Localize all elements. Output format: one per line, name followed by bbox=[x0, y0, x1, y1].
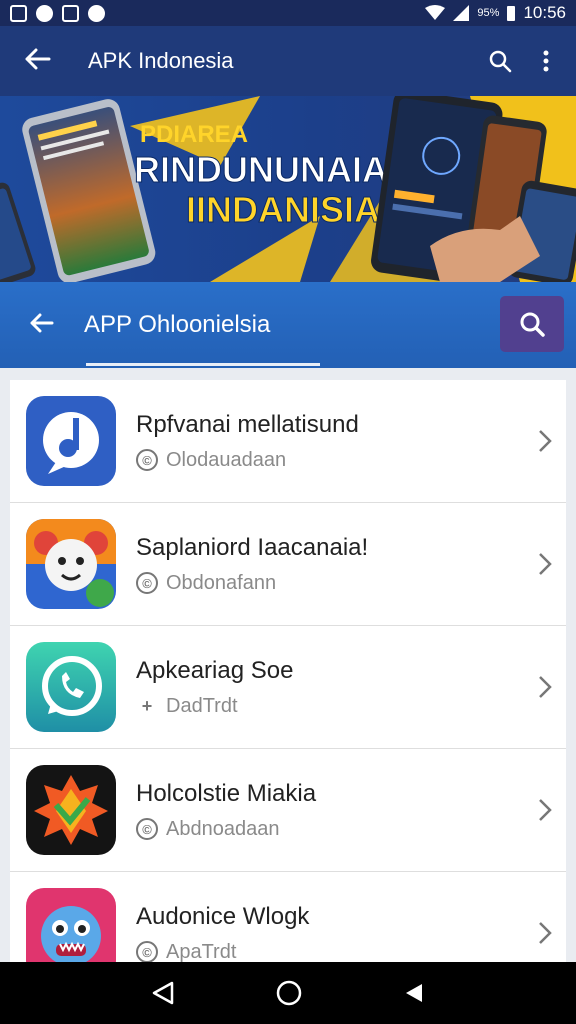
notification-icons bbox=[10, 4, 105, 22]
app-list-item[interactable]: Audonice Wlogk © ApaTrdt bbox=[10, 872, 566, 962]
chevron-right-icon bbox=[539, 799, 552, 821]
chevron-right-icon bbox=[539, 430, 552, 452]
app-icon-monster bbox=[26, 888, 116, 962]
battery-percent: 95% bbox=[477, 7, 500, 19]
copyright-icon: © bbox=[136, 941, 158, 962]
more-options-icon[interactable] bbox=[542, 49, 550, 73]
search-input-underline bbox=[86, 363, 320, 366]
search-bar: APP Ohloonielsia bbox=[0, 282, 576, 368]
chevron-right-icon bbox=[539, 922, 552, 944]
wifi-icon bbox=[425, 5, 446, 20]
app-meta: Olodauadaan bbox=[166, 448, 287, 471]
app-name: Saplaniord Iaacanaia! bbox=[136, 533, 369, 561]
clock: 10:56 bbox=[523, 3, 566, 22]
promo-banner[interactable]: PDIAREA RINDUNUNAIAA IINDANISIA bbox=[0, 96, 576, 282]
battery-icon bbox=[507, 5, 516, 21]
copyright-icon: © bbox=[136, 572, 158, 594]
copyright-icon: © bbox=[136, 449, 158, 471]
app-name: Rpfvanai mellatisund bbox=[136, 410, 359, 438]
app-title: APK Indonesia bbox=[88, 48, 234, 73]
app-meta: Obdonafann bbox=[166, 571, 277, 594]
image-notification-icon bbox=[10, 4, 27, 22]
app-list: Rpfvanai mellatisund © Olodauadaan Sapla… bbox=[10, 380, 566, 962]
app-icon-cartoon bbox=[26, 519, 116, 609]
status-bar: 95% 10:56 bbox=[0, 0, 576, 26]
copyright-icon: © bbox=[136, 818, 158, 840]
nav-recents-icon[interactable] bbox=[402, 981, 426, 1005]
app-list-item[interactable]: Rpfvanai mellatisund © Olodauadaan bbox=[10, 380, 566, 503]
back-button[interactable] bbox=[0, 48, 76, 75]
settings-notification-icon bbox=[36, 4, 53, 22]
nav-home-icon[interactable] bbox=[275, 979, 303, 1007]
app-notification-icon bbox=[88, 4, 105, 22]
arrow-back-icon bbox=[30, 313, 54, 332]
search-back-button[interactable] bbox=[0, 313, 84, 338]
app-name: Apkeariag Soe bbox=[136, 656, 294, 684]
app-icon-chat bbox=[26, 642, 116, 732]
app-meta: ApaTrdt bbox=[166, 940, 237, 963]
app-icon-burst bbox=[26, 765, 116, 855]
promo-banner-graphic: PDIAREA RINDUNUNAIAA IINDANISIA bbox=[0, 96, 576, 282]
nav-back-icon[interactable] bbox=[150, 980, 176, 1006]
app-name: Audonice Wlogk bbox=[136, 902, 310, 930]
system-nav-bar bbox=[0, 962, 576, 1024]
app-meta: Abdnoadaan bbox=[166, 817, 280, 840]
app-name: Holcolstie Miakia bbox=[136, 779, 317, 807]
app-list-item[interactable]: Saplaniord Iaacanaia! © Obdonafann bbox=[10, 503, 566, 626]
photo-notification-icon bbox=[62, 4, 79, 22]
chevron-right-icon bbox=[539, 553, 552, 575]
search-input[interactable]: APP Ohloonielsia bbox=[84, 311, 270, 339]
chevron-right-icon bbox=[539, 676, 552, 698]
arrow-back-icon bbox=[25, 48, 51, 69]
app-list-item[interactable]: Holcolstie Miakia © Abdnoadaan bbox=[10, 749, 566, 872]
search-icon bbox=[520, 312, 545, 337]
app-icon-music bbox=[26, 396, 116, 486]
search-icon[interactable] bbox=[488, 49, 512, 73]
app-bar: APK Indonesia bbox=[0, 26, 576, 96]
signal-icon bbox=[453, 5, 470, 21]
app-meta: DadTrdt bbox=[166, 694, 238, 717]
search-submit-button[interactable] bbox=[500, 296, 564, 352]
banner-line-3: IINDANISIA bbox=[186, 189, 380, 230]
banner-line-2: RINDUNUNAIAA bbox=[134, 149, 414, 190]
expand-icon: + bbox=[141, 695, 153, 716]
app-list-item[interactable]: Apkeariag Soe + DadTrdt bbox=[10, 626, 566, 749]
banner-line-1: PDIAREA bbox=[140, 121, 248, 148]
